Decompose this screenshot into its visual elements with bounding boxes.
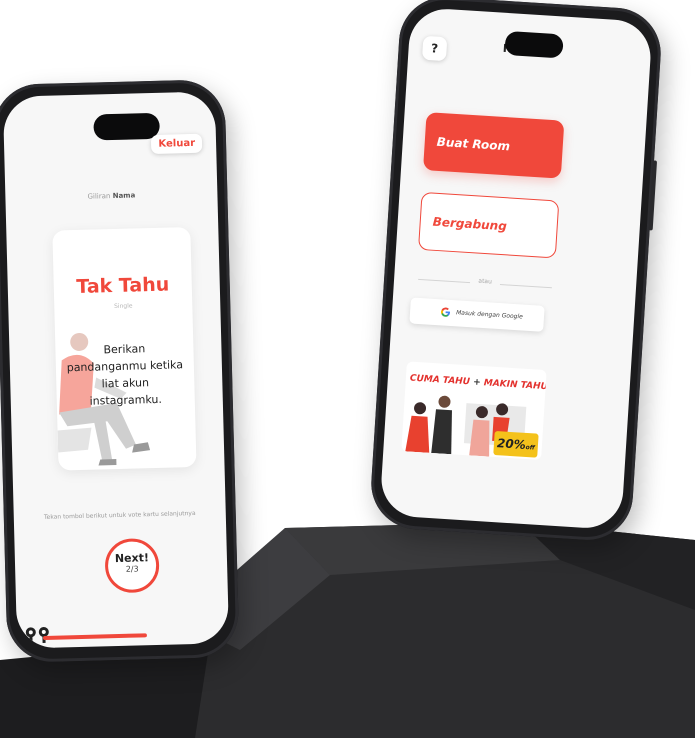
join-button[interactable]: Bergabung [417,191,560,259]
product-scene: Keluar Giliran Nama Tak Tahu Single Beri… [0,0,695,738]
google-signin-label: Masuk dengan Google [455,309,524,321]
discount-suffix: off [525,443,535,452]
progress-bar [42,633,147,641]
card-subtitle: Single [113,302,133,311]
google-icon [441,307,451,317]
right-phone: ? H n Buat Room Bergabung atau Masuk den… [368,0,664,543]
card-question: Berikan pandanganmu ketika liat akun ins… [66,342,184,408]
vote-hint: Tekan tombol berikut untuk vote kartu se… [43,509,196,521]
next-count: 2/3 [125,564,139,574]
right-phone-screen: ? H n Buat Room Bergabung atau Masuk den… [379,6,653,531]
dynamic-island [93,112,160,141]
turn-indicator: Giliran Nama [5,189,217,203]
exit-button[interactable]: Keluar [151,133,203,154]
promo-plus: + [472,377,481,388]
turn-player-name: Nama [112,191,136,201]
left-phone: Keluar Giliran Nama Tak Tahu Single Beri… [0,79,240,663]
discount-value: 20% [496,436,527,452]
next-label: Next! [114,551,150,566]
discount-badge: 20%off [493,430,539,458]
card-title: Tak Tahu [76,273,170,299]
dynamic-island [504,30,564,59]
or-divider: atau [418,274,552,292]
google-signin-button[interactable]: Masuk dengan Google [409,297,545,332]
turn-prefix: Giliran [87,192,111,201]
left-phone-screen: Keluar Giliran Nama Tak Tahu Single Beri… [2,91,230,649]
help-button[interactable]: ? [421,35,448,62]
promo-banner[interactable]: CUMA TAHU + MAKIN TAHU 20%off [401,361,547,460]
next-button[interactable]: Next! 2/3 [104,537,160,594]
create-room-button[interactable]: Buat Room [423,112,565,179]
question-card: Tak Tahu Single Berikan pandanganmu keti… [52,227,197,471]
or-label: atau [478,277,493,286]
